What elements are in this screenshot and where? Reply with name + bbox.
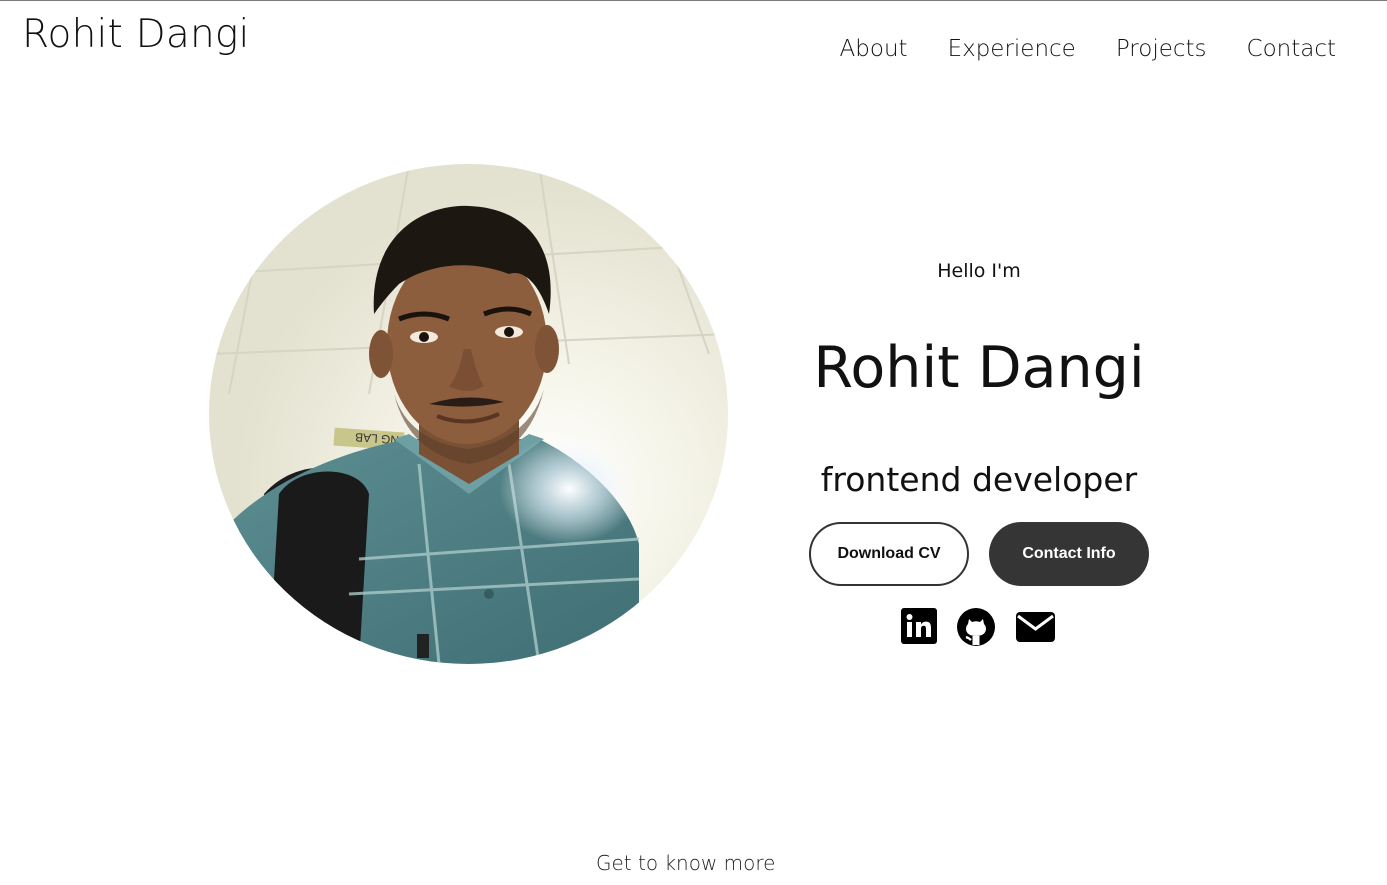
download-cv-button[interactable]: Download CV	[809, 522, 969, 586]
contact-info-button[interactable]: Contact Info	[989, 522, 1149, 586]
top-border	[0, 0, 1387, 1]
nav-about[interactable]: About	[840, 36, 908, 62]
hero-name: Rohit Dangi	[813, 335, 1145, 401]
profile-photo: NG LAB COM	[209, 164, 728, 664]
nav-projects[interactable]: Projects	[1116, 36, 1207, 62]
hero-role: frontend developer	[820, 460, 1138, 499]
nav-experience[interactable]: Experience	[948, 36, 1076, 62]
main-nav: About Experience Projects Contact	[840, 36, 1336, 62]
get-to-know-more-link[interactable]: Get to know more	[596, 851, 775, 875]
github-icon[interactable]	[956, 607, 996, 651]
greeting-text: Hello I'm	[937, 260, 1021, 282]
linkedin-icon[interactable]	[900, 607, 938, 649]
email-icon[interactable]	[1015, 611, 1056, 647]
nav-contact[interactable]: Contact	[1247, 36, 1336, 62]
site-logo[interactable]: Rohit Dangi	[22, 12, 250, 57]
